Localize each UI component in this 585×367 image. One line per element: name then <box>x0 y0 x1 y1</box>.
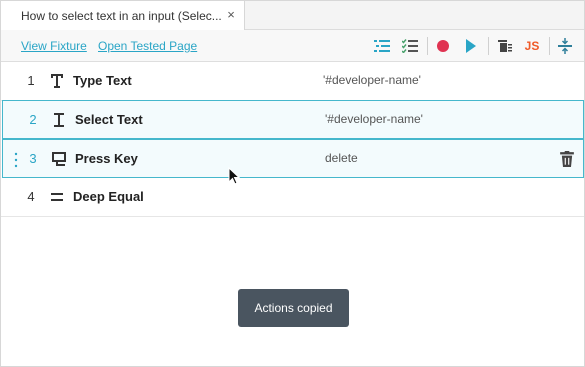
record-icon[interactable] <box>433 36 453 56</box>
command-selector[interactable]: '#developer-name' <box>323 73 421 87</box>
command-number: 4 <box>27 189 35 204</box>
command-number: 1 <box>27 73 35 88</box>
command-name: Deep Equal <box>73 189 144 204</box>
command-number: 3 <box>29 151 37 166</box>
command-row[interactable]: 4 Deep Equal <box>1 178 584 217</box>
open-tested-page-link[interactable]: Open Tested Page <box>98 39 197 53</box>
run-icon[interactable] <box>461 36 481 56</box>
toolbar-divider <box>549 37 550 55</box>
keyboard-key-icon <box>50 150 68 168</box>
mouse-cursor-icon <box>228 167 240 185</box>
command-row[interactable]: 2 Select Text '#developer-name' <box>2 100 584 139</box>
toolbar-divider <box>427 37 428 55</box>
toolbar: View Fixture Open Tested Page JS <box>1 30 584 62</box>
close-icon[interactable]: × <box>225 8 237 22</box>
toolbar-divider <box>488 37 489 55</box>
command-name: Select Text <box>75 112 143 127</box>
tab-title: How to select text in an input (Selec... <box>21 9 221 23</box>
view-fixture-link[interactable]: View Fixture <box>21 39 87 53</box>
type-text-icon <box>48 72 66 90</box>
command-name: Type Text <box>73 73 132 88</box>
command-row[interactable]: 3 Press Key delete <box>2 139 584 178</box>
drag-handle-icon[interactable] <box>14 152 18 168</box>
command-key-param[interactable]: delete <box>325 151 358 165</box>
equals-icon <box>48 188 66 206</box>
delete-all-icon[interactable] <box>495 36 515 56</box>
tab-test[interactable]: How to select text in an input (Selec...… <box>1 1 245 31</box>
test-editor-window: How to select text in an input (Selec...… <box>0 0 585 367</box>
export-js-icon[interactable]: JS <box>522 36 542 56</box>
command-row[interactable]: 1 Type Text '#developer-name' <box>1 62 584 101</box>
checklist-icon[interactable] <box>400 36 420 56</box>
collapse-icon[interactable] <box>555 36 575 56</box>
trash-icon[interactable] <box>559 151 575 167</box>
text-cursor-icon <box>50 111 68 129</box>
toast-notification: Actions copied <box>238 289 349 327</box>
tab-strip: How to select text in an input (Selec...… <box>1 1 584 31</box>
command-name: Press Key <box>75 151 138 166</box>
command-number: 2 <box>29 112 37 127</box>
indent-list-icon[interactable] <box>372 36 392 56</box>
command-selector[interactable]: '#developer-name' <box>325 112 423 126</box>
toast-message: Actions copied <box>254 301 333 315</box>
